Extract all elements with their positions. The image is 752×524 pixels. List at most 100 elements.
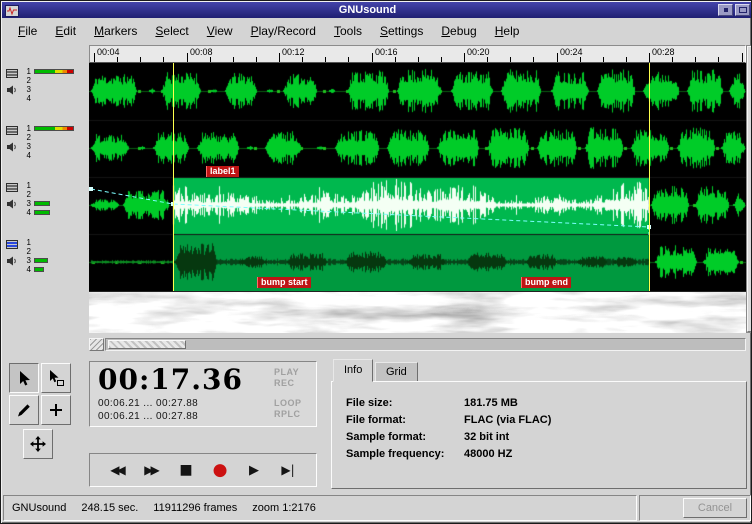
info-row-sample-format: Sample format: 32 bit int xyxy=(346,429,732,446)
ruler-label: 00:12 xyxy=(282,47,305,57)
record-button[interactable]: ● xyxy=(206,457,235,483)
ruler-tick xyxy=(256,57,257,62)
region-select-tool-button[interactable] xyxy=(41,363,71,393)
info-row-file-size: File size: 181.75 MB xyxy=(346,395,732,412)
track-2-channel-1[interactable]: 1 xyxy=(23,124,31,133)
status-bar: GNUsound 248.15 sec. 11911296 frames zoo… xyxy=(3,495,637,521)
track-4-channel-1[interactable]: 1 xyxy=(23,238,31,247)
track-4-channel-4[interactable]: 4 xyxy=(23,265,31,274)
info-label: Sample format: xyxy=(346,431,427,443)
track-3-mode-icon[interactable] xyxy=(6,183,18,192)
seek-end-button[interactable]: ▶▶ xyxy=(138,457,167,483)
ruler-tick xyxy=(487,57,488,62)
menu-markers[interactable]: Markers xyxy=(85,21,146,41)
vertical-scrollbar[interactable] xyxy=(746,45,751,333)
track-3-channel-2[interactable]: 2 xyxy=(23,190,31,199)
track-3-channel-3[interactable]: 3 xyxy=(23,199,31,208)
menu-debug[interactable]: Debug xyxy=(432,21,485,41)
pane-resize-grip[interactable] xyxy=(89,338,104,351)
status-zoom: zoom 1:2176 xyxy=(252,502,316,514)
ruler-tick xyxy=(557,53,558,62)
horizontal-scrollbar[interactable] xyxy=(105,338,746,351)
play-button[interactable]: ▶ xyxy=(240,457,269,483)
menu-edit[interactable]: Edit xyxy=(46,21,85,41)
select-tool-button[interactable] xyxy=(9,363,39,393)
iconify-button[interactable] xyxy=(718,4,733,16)
menu-help[interactable]: Help xyxy=(486,21,529,41)
track-3-channel-4[interactable]: 4 xyxy=(23,208,31,217)
track-1-speaker-icon[interactable] xyxy=(6,82,18,95)
status-app-name: GNUsound xyxy=(12,502,67,514)
ruler-tick xyxy=(718,57,719,62)
menu-view[interactable]: View xyxy=(198,21,242,41)
track-1-mode-icon[interactable] xyxy=(6,69,18,78)
transport-bar: ◀◀ ▶▶ ■ ● ▶ ▶| xyxy=(89,453,317,487)
ruler-tick xyxy=(94,53,95,62)
menu-settings[interactable]: Settings xyxy=(371,21,432,41)
ruler-tick xyxy=(187,53,188,62)
track-4-channel-3[interactable]: 3 xyxy=(23,256,31,265)
ruler-tick xyxy=(742,53,743,62)
track-2-channel-2[interactable]: 2 xyxy=(23,133,31,142)
waveform-canvas[interactable]: label1 bump start bump end xyxy=(89,63,746,291)
ruler-tick xyxy=(210,57,211,62)
vertical-scrollbar-thumb[interactable] xyxy=(747,46,751,332)
track-4-speaker-icon[interactable] xyxy=(6,253,18,266)
stop-button[interactable]: ■ xyxy=(172,457,201,483)
tab-grid[interactable]: Grid xyxy=(375,362,418,382)
pencil-tool-button[interactable] xyxy=(9,395,39,425)
maximize-button[interactable] xyxy=(735,4,750,16)
track-2-speaker-icon[interactable] xyxy=(6,139,18,152)
seek-start-button[interactable]: ◀◀ xyxy=(104,457,133,483)
menu-tools[interactable]: Tools xyxy=(325,21,371,41)
ruler-label: 00:04 xyxy=(97,47,120,57)
status-cancel-panel: Cancel xyxy=(639,495,751,521)
maximize-icon xyxy=(738,7,747,13)
track-2-channel-3[interactable]: 3 xyxy=(23,142,31,151)
move-tool-button[interactable] xyxy=(23,429,53,459)
status-duration: 248.15 sec. xyxy=(81,502,139,514)
menu-play-record[interactable]: Play/Record xyxy=(242,21,325,41)
track-1-channel-1[interactable]: 1 xyxy=(23,67,31,76)
ruler-label: 00:16 xyxy=(375,47,398,57)
tab-info[interactable]: Info xyxy=(333,359,374,382)
pointer-icon xyxy=(20,371,30,386)
time-ruler[interactable]: 00:04 00:08 00:12 00:16 00:20 00:24 00:28 xyxy=(89,45,746,63)
info-row-sample-frequency: Sample frequency: 48000 HZ xyxy=(346,446,732,463)
track-1-channel-3[interactable]: 3 xyxy=(23,85,31,94)
track-4-mode-icon[interactable] xyxy=(6,240,18,249)
ruler-tick xyxy=(672,57,673,62)
crosshair-tool-button[interactable] xyxy=(41,395,71,425)
ruler-tick xyxy=(580,57,581,62)
ruler-tick xyxy=(372,53,373,62)
horizontal-scrollbar-thumb[interactable] xyxy=(108,340,186,349)
track-2-mode-icon[interactable] xyxy=(6,126,18,135)
track-3-speaker-icon[interactable] xyxy=(6,196,18,209)
info-label: File format: xyxy=(346,414,406,426)
info-row-file-format: File format: FLAC (via FLAC) xyxy=(346,412,732,429)
track-1-channel-4[interactable]: 4 xyxy=(23,94,31,103)
track-4-channel-2[interactable]: 2 xyxy=(23,247,31,256)
track-2-channel-4[interactable]: 4 xyxy=(23,151,31,160)
titlebar[interactable]: GNUsound xyxy=(2,2,751,18)
cancel-button[interactable]: Cancel xyxy=(683,498,747,518)
ruler-label: 00:28 xyxy=(652,47,675,57)
window-menu-icon[interactable] xyxy=(5,4,19,17)
ruler-tick xyxy=(533,57,534,62)
move-icon xyxy=(30,436,46,452)
pencil-icon xyxy=(18,404,30,417)
menu-select[interactable]: Select xyxy=(146,21,197,41)
track-1-channel-2[interactable]: 2 xyxy=(23,76,31,85)
track-3-channel-1[interactable]: 1 xyxy=(23,181,31,190)
loop-indicator: LOOP xyxy=(274,398,302,408)
ruler-tick xyxy=(695,57,696,62)
info-notebook: Info Grid File size: 181.75 MB File form… xyxy=(331,359,747,489)
menu-file[interactable]: File xyxy=(9,21,46,41)
time-display-panel: 00:17.36 00:06.21 ... 00:27.88 00:06.21 … xyxy=(89,361,317,427)
ruler-tick xyxy=(603,57,604,62)
overview-strip xyxy=(89,291,746,333)
window-title: GNUsound xyxy=(338,3,397,16)
ruler-tick xyxy=(163,57,164,62)
loop-range: 00:06.21 ... 00:27.88 xyxy=(98,411,199,422)
play-to-end-button[interactable]: ▶| xyxy=(274,457,303,483)
